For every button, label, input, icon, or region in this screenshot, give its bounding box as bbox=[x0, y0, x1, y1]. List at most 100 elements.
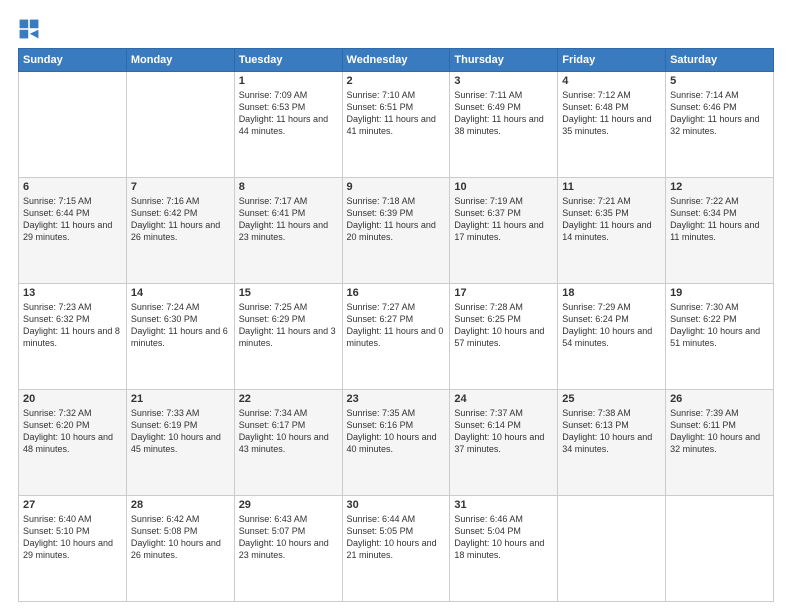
weekday-header-wednesday: Wednesday bbox=[342, 49, 450, 72]
day-number: 24 bbox=[454, 393, 553, 405]
day-number: 17 bbox=[454, 287, 553, 299]
day-number: 18 bbox=[562, 287, 661, 299]
day-info: Sunrise: 7:34 AM Sunset: 6:17 PM Dayligh… bbox=[239, 407, 338, 456]
calendar-cell: 5 Sunrise: 7:14 AM Sunset: 6:46 PM Daylig… bbox=[666, 72, 774, 178]
calendar-cell: 12 Sunrise: 7:22 AM Sunset: 6:34 PM Dayli… bbox=[666, 178, 774, 284]
day-number: 21 bbox=[131, 393, 230, 405]
day-info: Sunrise: 7:39 AM Sunset: 6:11 PM Dayligh… bbox=[670, 407, 769, 456]
day-info: Sunrise: 7:27 AM Sunset: 6:27 PM Dayligh… bbox=[347, 301, 446, 350]
day-info: Sunrise: 7:24 AM Sunset: 6:30 PM Dayligh… bbox=[131, 301, 230, 350]
calendar-cell: 30 Sunrise: 6:44 AM Sunset: 5:05 PM Dayli… bbox=[342, 496, 450, 602]
calendar-cell bbox=[666, 496, 774, 602]
weekday-header-friday: Friday bbox=[558, 49, 666, 72]
calendar-cell: 21 Sunrise: 7:33 AM Sunset: 6:19 PM Dayli… bbox=[126, 390, 234, 496]
logo-icon bbox=[18, 18, 40, 40]
weekday-header-saturday: Saturday bbox=[666, 49, 774, 72]
calendar-cell: 19Sunrise: 7:30 AM Sunset: 6:22 PM Dayli… bbox=[666, 284, 774, 390]
day-number: 25 bbox=[562, 393, 661, 405]
day-number: 13 bbox=[23, 287, 122, 299]
calendar-cell: 4 Sunrise: 7:12 AM Sunset: 6:48 PM Daylig… bbox=[558, 72, 666, 178]
day-info: Sunrise: 7:38 AM Sunset: 6:13 PM Dayligh… bbox=[562, 407, 661, 456]
day-info: Sunrise: 7:21 AM Sunset: 6:35 PM Dayligh… bbox=[562, 195, 661, 244]
calendar-cell: 27 Sunrise: 6:40 AM Sunset: 5:10 PM Dayli… bbox=[19, 496, 127, 602]
calendar-cell: 13 Sunrise: 7:23 AM Sunset: 6:32 PM Dayli… bbox=[19, 284, 127, 390]
day-number: 22 bbox=[239, 393, 338, 405]
calendar-cell: 1 Sunrise: 7:09 AM Sunset: 6:53 PM Daylig… bbox=[234, 72, 342, 178]
day-number: 26 bbox=[670, 393, 769, 405]
day-info: Sunrise: 7:12 AM Sunset: 6:48 PM Dayligh… bbox=[562, 89, 661, 138]
day-info: Sunrise: 7:10 AM Sunset: 6:51 PM Dayligh… bbox=[347, 89, 446, 138]
day-number: 30 bbox=[347, 499, 446, 511]
day-number: 12 bbox=[670, 181, 769, 193]
day-number: 27 bbox=[23, 499, 122, 511]
day-number: 23 bbox=[347, 393, 446, 405]
calendar-cell: 3Sunrise: 7:11 AM Sunset: 6:49 PM Daylig… bbox=[450, 72, 558, 178]
calendar-cell bbox=[19, 72, 127, 178]
day-info: Sunrise: 7:35 AM Sunset: 6:16 PM Dayligh… bbox=[347, 407, 446, 456]
calendar-cell: 26 Sunrise: 7:39 AM Sunset: 6:11 PM Dayli… bbox=[666, 390, 774, 496]
calendar-table: SundayMondayTuesdayWednesdayThursdayFrid… bbox=[18, 48, 774, 602]
calendar-cell: 25 Sunrise: 7:38 AM Sunset: 6:13 PM Dayli… bbox=[558, 390, 666, 496]
day-number: 31 bbox=[454, 499, 553, 511]
calendar-week-3: 13 Sunrise: 7:23 AM Sunset: 6:32 PM Dayli… bbox=[19, 284, 774, 390]
day-info: Sunrise: 7:23 AM Sunset: 6:32 PM Dayligh… bbox=[23, 301, 122, 350]
day-number: 28 bbox=[131, 499, 230, 511]
calendar-cell: 6Sunrise: 7:15 AM Sunset: 6:44 PM Daylig… bbox=[19, 178, 127, 284]
calendar-week-4: 20Sunrise: 7:32 AM Sunset: 6:20 PM Dayli… bbox=[19, 390, 774, 496]
weekday-header-sunday: Sunday bbox=[19, 49, 127, 72]
weekday-header-row: SundayMondayTuesdayWednesdayThursdayFrid… bbox=[19, 49, 774, 72]
day-info: Sunrise: 6:46 AM Sunset: 5:04 PM Dayligh… bbox=[454, 513, 553, 562]
calendar-cell bbox=[558, 496, 666, 602]
calendar-cell: 9Sunrise: 7:18 AM Sunset: 6:39 PM Daylig… bbox=[342, 178, 450, 284]
day-number: 7 bbox=[131, 181, 230, 193]
day-number: 2 bbox=[347, 75, 446, 87]
day-info: Sunrise: 7:33 AM Sunset: 6:19 PM Dayligh… bbox=[131, 407, 230, 456]
weekday-header-monday: Monday bbox=[126, 49, 234, 72]
day-number: 5 bbox=[670, 75, 769, 87]
day-info: Sunrise: 7:22 AM Sunset: 6:34 PM Dayligh… bbox=[670, 195, 769, 244]
day-info: Sunrise: 7:37 AM Sunset: 6:14 PM Dayligh… bbox=[454, 407, 553, 456]
calendar-cell: 22 Sunrise: 7:34 AM Sunset: 6:17 PM Dayli… bbox=[234, 390, 342, 496]
day-info: Sunrise: 7:15 AM Sunset: 6:44 PM Dayligh… bbox=[23, 195, 122, 244]
day-info: Sunrise: 6:43 AM Sunset: 5:07 PM Dayligh… bbox=[239, 513, 338, 562]
day-number: 29 bbox=[239, 499, 338, 511]
day-info: Sunrise: 7:16 AM Sunset: 6:42 PM Dayligh… bbox=[131, 195, 230, 244]
calendar-cell: 23 Sunrise: 7:35 AM Sunset: 6:16 PM Dayli… bbox=[342, 390, 450, 496]
calendar-cell: 31 Sunrise: 6:46 AM Sunset: 5:04 PM Dayli… bbox=[450, 496, 558, 602]
calendar-cell: 14Sunrise: 7:24 AM Sunset: 6:30 PM Dayli… bbox=[126, 284, 234, 390]
day-info: Sunrise: 7:11 AM Sunset: 6:49 PM Dayligh… bbox=[454, 89, 553, 138]
day-info: Sunrise: 6:40 AM Sunset: 5:10 PM Dayligh… bbox=[23, 513, 122, 562]
day-number: 10 bbox=[454, 181, 553, 193]
calendar-cell: 16 Sunrise: 7:27 AM Sunset: 6:27 PM Dayli… bbox=[342, 284, 450, 390]
weekday-header-tuesday: Tuesday bbox=[234, 49, 342, 72]
calendar-week-2: 6Sunrise: 7:15 AM Sunset: 6:44 PM Daylig… bbox=[19, 178, 774, 284]
day-number: 15 bbox=[239, 287, 338, 299]
day-info: Sunrise: 7:19 AM Sunset: 6:37 PM Dayligh… bbox=[454, 195, 553, 244]
calendar-week-1: 1 Sunrise: 7:09 AM Sunset: 6:53 PM Daylig… bbox=[19, 72, 774, 178]
calendar-cell: 24 Sunrise: 7:37 AM Sunset: 6:14 PM Dayli… bbox=[450, 390, 558, 496]
calendar-cell: 29 Sunrise: 6:43 AM Sunset: 5:07 PM Dayli… bbox=[234, 496, 342, 602]
day-info: Sunrise: 7:18 AM Sunset: 6:39 PM Dayligh… bbox=[347, 195, 446, 244]
day-number: 4 bbox=[562, 75, 661, 87]
day-info: Sunrise: 7:29 AM Sunset: 6:24 PM Dayligh… bbox=[562, 301, 661, 350]
day-number: 19 bbox=[670, 287, 769, 299]
calendar-cell: 15 Sunrise: 7:25 AM Sunset: 6:29 PM Dayli… bbox=[234, 284, 342, 390]
day-info: Sunrise: 6:44 AM Sunset: 5:05 PM Dayligh… bbox=[347, 513, 446, 562]
calendar-cell: 7 Sunrise: 7:16 AM Sunset: 6:42 PM Daylig… bbox=[126, 178, 234, 284]
day-number: 20 bbox=[23, 393, 122, 405]
day-number: 11 bbox=[562, 181, 661, 193]
calendar-cell: 18 Sunrise: 7:29 AM Sunset: 6:24 PM Dayli… bbox=[558, 284, 666, 390]
weekday-header-thursday: Thursday bbox=[450, 49, 558, 72]
day-number: 1 bbox=[239, 75, 338, 87]
day-info: Sunrise: 7:25 AM Sunset: 6:29 PM Dayligh… bbox=[239, 301, 338, 350]
day-number: 16 bbox=[347, 287, 446, 299]
day-number: 8 bbox=[239, 181, 338, 193]
calendar-cell: 10 Sunrise: 7:19 AM Sunset: 6:37 PM Dayli… bbox=[450, 178, 558, 284]
calendar-cell bbox=[126, 72, 234, 178]
calendar-cell: 20Sunrise: 7:32 AM Sunset: 6:20 PM Dayli… bbox=[19, 390, 127, 496]
day-info: Sunrise: 7:09 AM Sunset: 6:53 PM Dayligh… bbox=[239, 89, 338, 138]
day-info: Sunrise: 7:14 AM Sunset: 6:46 PM Dayligh… bbox=[670, 89, 769, 138]
calendar-cell: 2 Sunrise: 7:10 AM Sunset: 6:51 PM Daylig… bbox=[342, 72, 450, 178]
calendar-cell: 28Sunrise: 6:42 AM Sunset: 5:08 PM Dayli… bbox=[126, 496, 234, 602]
calendar-cell: 8Sunrise: 7:17 AM Sunset: 6:41 PM Daylig… bbox=[234, 178, 342, 284]
